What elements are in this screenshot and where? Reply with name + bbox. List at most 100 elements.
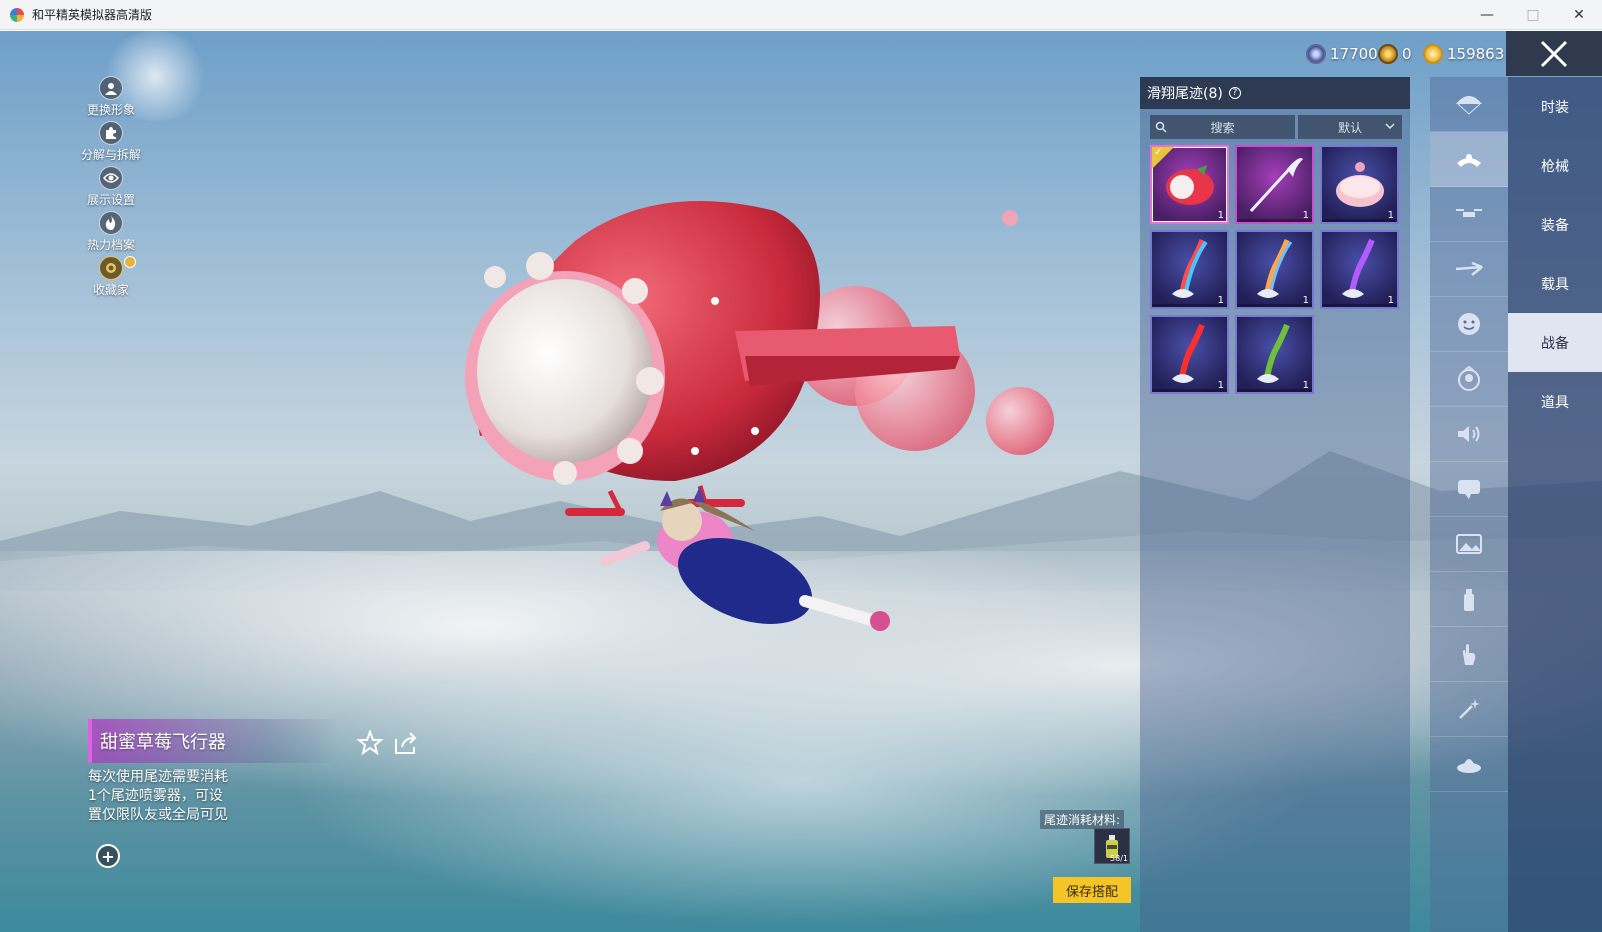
avatar-frame-category[interactable]	[1430, 352, 1508, 407]
item-description-line: 每次使用尾迹需要消耗	[88, 769, 228, 785]
trail-item-rainbow-smoke[interactable]: 1	[1150, 230, 1229, 309]
parachute-category[interactable]	[1430, 77, 1508, 132]
gallery-category[interactable]	[1430, 517, 1508, 572]
consume-count: 58/1	[1110, 854, 1128, 863]
currency-silver[interactable]: 17700	[1306, 43, 1378, 65]
strawberry-glider-model	[465, 201, 1054, 631]
sort-selected-value: 默认	[1338, 120, 1363, 135]
glide-trail-icon	[1457, 154, 1481, 167]
aircraft-category[interactable]	[1430, 242, 1508, 297]
puzzle-icon	[99, 121, 123, 145]
search-icon	[1150, 121, 1172, 133]
parachute-icon	[1456, 96, 1482, 115]
drone-category[interactable]	[1430, 187, 1508, 242]
app-logo-icon	[10, 7, 24, 22]
share-button[interactable]	[392, 729, 420, 757]
tab-equipment[interactable]: 装备	[1508, 195, 1602, 254]
trail-item-wing-staff[interactable]: 1	[1235, 145, 1314, 224]
emote-category[interactable]	[1430, 297, 1508, 352]
plane-icon	[1455, 261, 1483, 276]
spray-icon	[1464, 589, 1474, 611]
heat-profile-label: 热力档案	[86, 238, 135, 252]
item-qty: 1	[1387, 295, 1394, 306]
green-smoke-trail-icon	[1257, 323, 1290, 383]
glide-trail-category[interactable]	[1430, 132, 1508, 187]
currency-coupon[interactable]: 159863	[1423, 43, 1504, 65]
tab-fashion[interactable]: 时装	[1508, 77, 1602, 136]
orange-smoke-trail-icon	[1257, 239, 1293, 298]
trail-item-purple-smoke[interactable]: 1	[1320, 230, 1399, 309]
panel-header: 滑翔尾迹(8) ?	[1140, 77, 1410, 109]
voice-category[interactable]	[1430, 407, 1508, 462]
tab-props[interactable]: 道具	[1508, 372, 1602, 431]
trail-item-orange-smoke[interactable]: 1	[1235, 230, 1314, 309]
landing-category[interactable]	[1430, 737, 1508, 792]
star-icon	[356, 729, 384, 756]
close-panel-button[interactable]	[1506, 31, 1602, 76]
wing-staff-trail-icon	[1249, 158, 1303, 213]
item-qty: 1	[1217, 295, 1224, 306]
consume-material-label: 尾迹消耗材料:	[1040, 810, 1125, 829]
dismantle-button[interactable]: 分解与拆解	[76, 121, 146, 166]
trail-item-red-smoke[interactable]: 1	[1150, 315, 1229, 394]
dismantle-label: 分解与拆解	[80, 148, 141, 162]
subcategory-icon-column	[1430, 77, 1508, 932]
item-qty: 1	[1302, 295, 1309, 306]
window-close-button[interactable]: ✕	[1556, 0, 1602, 30]
effects-category[interactable]	[1430, 682, 1508, 737]
tab-vehicles[interactable]: 载具	[1508, 254, 1602, 313]
chat-bubble-category[interactable]	[1430, 462, 1508, 517]
currency-token[interactable]: 0	[1378, 43, 1412, 65]
gold-coupon-icon	[1423, 44, 1443, 64]
trail-spray-item[interactable]: 58/1	[1094, 828, 1130, 864]
heat-profile-button[interactable]: 热力档案	[76, 211, 146, 256]
tab-weapons[interactable]: 枪械	[1508, 136, 1602, 195]
trail-item-strawberry[interactable]: ✓ 1	[1150, 145, 1229, 224]
collector-badge-icon	[124, 256, 136, 268]
gold-token-icon	[1378, 44, 1398, 64]
emoji-icon	[1458, 313, 1480, 335]
display-settings-button[interactable]: 展示设置	[76, 166, 146, 211]
gallery-icon	[1456, 534, 1482, 554]
chat-bubble-icon	[1458, 480, 1480, 499]
trail-item-green-smoke[interactable]: 1	[1235, 315, 1314, 394]
chevron-down-icon	[1385, 123, 1395, 130]
maximize-button[interactable]: □	[1510, 0, 1556, 30]
currency-coupon-value: 159863	[1447, 45, 1505, 63]
gesture-category[interactable]	[1430, 627, 1508, 682]
close-icon	[1540, 40, 1568, 67]
category-tabs: 时装 枪械 装备 载具 战备 道具	[1508, 77, 1602, 932]
change-appearance-label: 更换形象	[86, 103, 135, 117]
favorite-button[interactable]	[356, 729, 384, 757]
red-smoke-trail-icon	[1172, 323, 1205, 383]
search-placeholder: 搜索	[1210, 120, 1235, 135]
currency-silver-value: 17700	[1330, 45, 1378, 63]
change-appearance-button[interactable]: 更换形象	[76, 76, 146, 121]
avatar-frame-icon	[1458, 366, 1480, 391]
cake-trail-icon	[1336, 162, 1384, 207]
minimize-button[interactable]: —	[1464, 0, 1510, 30]
item-qty: 1	[1302, 380, 1309, 391]
item-qty: 1	[1217, 380, 1224, 391]
item-description: 每次使用尾迹需要消耗 1个尾迹喷雾器，可设 置仅限队友或全局可见	[88, 768, 268, 825]
sort-dropdown[interactable]: 默认	[1298, 115, 1402, 139]
zoom-plus-icon: +	[101, 846, 115, 866]
search-input[interactable]: 搜索	[1150, 115, 1296, 139]
window-titlebar: 和平精英模拟器高清版 — □ ✕	[0, 0, 1602, 30]
item-title-bar: 甜蜜草莓飞行器	[88, 719, 338, 763]
silver-coin-icon	[1306, 44, 1326, 64]
trail-item-cake[interactable]: 1	[1320, 145, 1399, 224]
share-icon	[395, 732, 417, 754]
tab-battle-prep[interactable]: 战备	[1508, 313, 1602, 372]
rainbow-smoke-trail-icon	[1172, 239, 1208, 298]
zoom-in-button[interactable]: +	[96, 844, 120, 868]
trail-panel: 滑翔尾迹(8) ? 搜索 默认 ✓ 1 1 1 1 1 1 1 1	[1140, 77, 1410, 932]
item-qty: 1	[1217, 210, 1224, 221]
item-name: 甜蜜草莓飞行器	[100, 732, 226, 753]
spray-category[interactable]	[1430, 572, 1508, 627]
landing-icon	[1457, 759, 1481, 773]
help-icon[interactable]: ?	[1228, 87, 1241, 99]
left-quick-menu: 更换形象 分解与拆解 展示设置 热力档案 收藏家	[76, 76, 146, 301]
save-outfit-button[interactable]: 保存搭配	[1053, 877, 1131, 903]
currency-token-value: 0	[1402, 45, 1412, 63]
